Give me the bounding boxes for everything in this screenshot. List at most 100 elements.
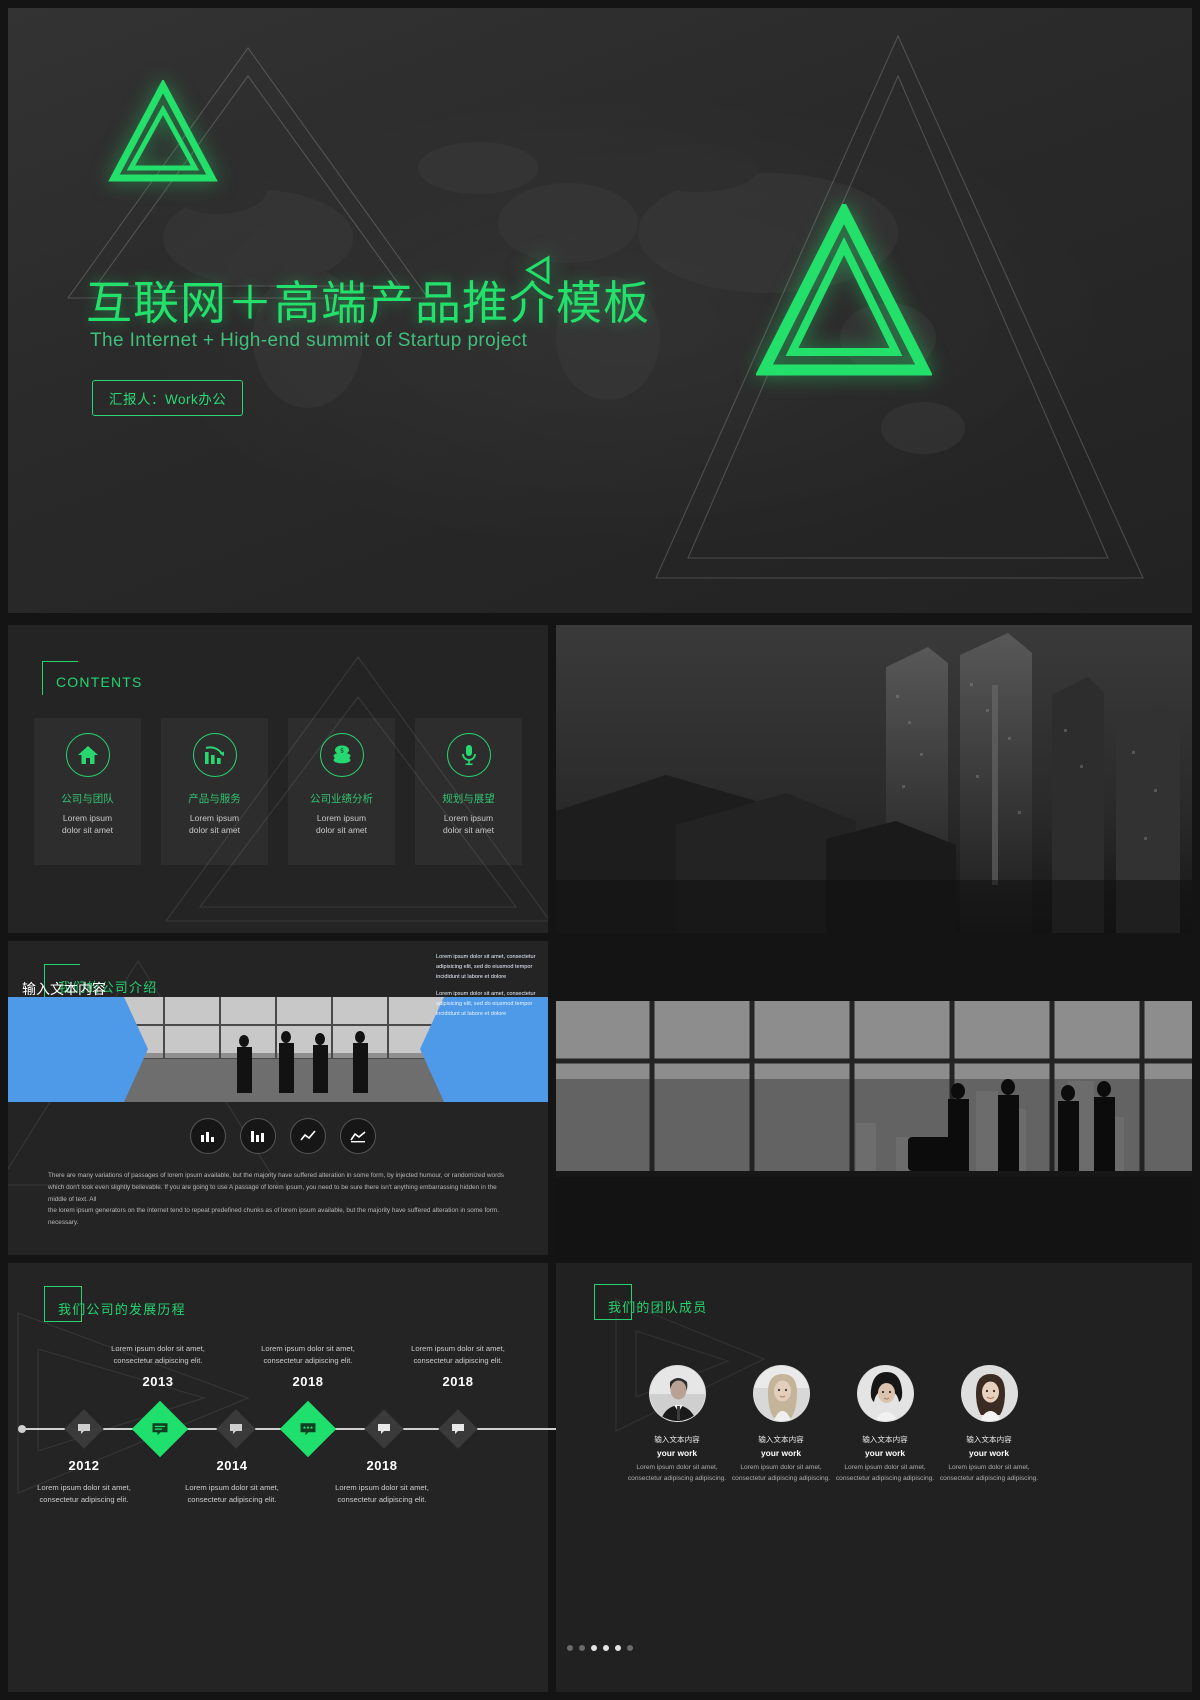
- bracket-decoration: [44, 1286, 82, 1322]
- neon-triangle-logo-small: [108, 80, 218, 182]
- team-member-card[interactable]: 输入文本内容 your work Lorem ipsum dolor sit a…: [726, 1365, 836, 1485]
- slide-office-view[interactable]: 输入文 本内容 Lorem ipsum dolor sit amet, cons…: [556, 941, 1192, 1255]
- avatar: [960, 1365, 1018, 1422]
- template-preview-page: 互联网＋高端产品推介模板 The Internet + High-end sum…: [0, 0, 1200, 1700]
- timeline-top-item: Lorem ipsum dolor sit amet, consectetur …: [98, 1343, 218, 1393]
- avatar: [648, 1365, 706, 1422]
- timeline-desc: Lorem ipsum dolor sit amet, consectetur …: [37, 1482, 131, 1504]
- slide-company-intro[interactable]: 我们的公司介绍 输入文本内容 Lorem ipsum dolor sit ame…: [8, 941, 548, 1255]
- portrait-photo-woman-dark: [857, 1366, 913, 1421]
- footer-paragraph-1: There are many variations of passages of…: [48, 1172, 504, 1203]
- card-desc: Lorem ipsum dolor sit amet: [188, 813, 241, 836]
- timeline-bottom-item: 2012 Lorem ipsum dolor sit amet, consect…: [24, 1456, 144, 1506]
- card-title: 规划与展望: [442, 793, 495, 805]
- timeline-year: 2018: [292, 1374, 324, 1390]
- blue-band-heading: 输入文本内容: [22, 981, 106, 997]
- timeline-desc: Lorem ipsum dolor sit amet, consectetur …: [111, 1344, 205, 1366]
- content-card[interactable]: 规划与展望 Lorem ipsum dolor sit amet: [415, 718, 522, 865]
- histogram-icon: [251, 1131, 264, 1142]
- pager-dot-active[interactable]: [603, 1645, 609, 1651]
- meeting-silhouette-photo: [124, 997, 444, 1102]
- icon-button[interactable]: [340, 1118, 376, 1154]
- card-title: 产品与服务: [188, 793, 241, 805]
- portrait-photo-man: [649, 1366, 705, 1421]
- presenter-badge[interactable]: 汇报人：Work办公: [92, 380, 244, 416]
- chat-bubble-icon: [378, 1424, 390, 1434]
- card-desc: Lorem ipsum dolor sit amet: [315, 813, 368, 836]
- content-card[interactable]: 产品与服务 Lorem ipsum dolor sit amet: [161, 718, 268, 865]
- card-title: 公司与团队: [61, 793, 114, 805]
- icon-circle: [65, 733, 110, 777]
- member-role: your work: [968, 1448, 1010, 1458]
- slide-team-intro[interactable]: 公司与团队介绍 Lorem ipsum dolor sit amet, cons…: [556, 625, 1192, 933]
- chart-icon-row: [190, 1118, 376, 1154]
- pager-dot[interactable]: [579, 1645, 585, 1651]
- timeline-year: 2013: [142, 1374, 174, 1390]
- slide-hero[interactable]: 互联网＋高端产品推介模板 The Internet + High-end sum…: [8, 8, 1192, 613]
- pager-dot-active[interactable]: [591, 1645, 597, 1651]
- chat-dots-icon: [300, 1422, 316, 1435]
- icon-button[interactable]: [240, 1118, 276, 1154]
- timeline-year: 2018: [366, 1458, 398, 1473]
- chat-bubble-icon: [452, 1424, 464, 1434]
- page-title: 互联网＋高端产品推介模板: [86, 277, 650, 329]
- timeline-desc: Lorem ipsum dolor sit amet, consectetur …: [185, 1482, 279, 1504]
- home-icon: [77, 746, 98, 764]
- timeline-desc: Lorem ipsum dolor sit amet, consectetur …: [261, 1344, 355, 1366]
- member-name-cn: 输入文本内容: [758, 1435, 804, 1444]
- blue-band-paragraph-1: Lorem ipsum dolor sit amet, consectetur …: [436, 954, 536, 980]
- timeline-heading: 我们公司的发展历程: [44, 1286, 186, 1322]
- team-member-card[interactable]: 输入文本内容 your work Lorem ipsum dolor sit a…: [622, 1365, 732, 1485]
- pagination-dots[interactable]: [0, 1645, 1200, 1651]
- line-chart-icon: [299, 1130, 316, 1141]
- pager-dot[interactable]: [627, 1645, 633, 1651]
- content-card[interactable]: 公司与团队 Lorem ipsum dolor sit amet: [34, 718, 141, 865]
- icon-circle: $: [319, 733, 364, 777]
- timeline-bottom-item: 2014 Lorem ipsum dolor sit amet, consect…: [172, 1456, 292, 1506]
- contents-card-list: 公司与团队 Lorem ipsum dolor sit amet 产品与服务 Lo…: [34, 718, 522, 865]
- member-name-cn: 输入文本内容: [654, 1435, 700, 1444]
- message-lines-icon: [152, 1422, 168, 1435]
- timeline-bottom-item: 2018 Lorem ipsum dolor sit amet, consect…: [322, 1456, 442, 1506]
- timeline-desc: Lorem ipsum dolor sit amet, consectetur …: [411, 1344, 505, 1366]
- member-name-cn: 输入文本内容: [966, 1435, 1012, 1444]
- city-night-photo: [556, 625, 1192, 933]
- icon-button[interactable]: [190, 1118, 226, 1154]
- timeline-year: 2012: [68, 1458, 100, 1473]
- bracket-decoration: [42, 661, 78, 695]
- card-desc: Lorem ipsum dolor sit amet: [442, 813, 495, 836]
- contents-heading: CONTENTS: [42, 661, 143, 695]
- member-desc: Lorem ipsum dolor sit amet, consectetur …: [835, 1464, 935, 1482]
- avatar: [752, 1365, 810, 1422]
- pager-dot[interactable]: [567, 1645, 573, 1651]
- content-card[interactable]: $ 公司业绩分析 Lorem ipsum dolor sit amet: [288, 718, 395, 865]
- timeline-top-item: Lorem ipsum dolor sit amet, consectetur …: [398, 1343, 518, 1393]
- footer-paragraph-2: the lorem ipsum generators on the intern…: [48, 1207, 500, 1226]
- timeline-desc: Lorem ipsum dolor sit amet, consectetur …: [335, 1482, 429, 1504]
- avatar: [856, 1365, 914, 1422]
- office-window-photo: [556, 941, 1192, 1255]
- member-desc: Lorem ipsum dolor sit amet, consectetur …: [939, 1464, 1039, 1482]
- member-desc: Lorem ipsum dolor sit amet, consectetur …: [627, 1464, 727, 1482]
- team-member-card[interactable]: 输入文本内容 your work Lorem ipsum dolor sit a…: [830, 1365, 940, 1485]
- portrait-photo-woman-blonde: [753, 1366, 809, 1421]
- bar-chart-icon: [204, 746, 224, 764]
- card-title: 公司业绩分析: [310, 793, 373, 805]
- page-subtitle: The Internet + High-end summit of Startu…: [90, 330, 528, 351]
- team-member-card[interactable]: 输入文本内容 your work Lorem ipsum dolor sit a…: [934, 1365, 1044, 1485]
- portrait-photo-woman-smiling: [961, 1366, 1017, 1421]
- bar-chart-icon: [201, 1132, 214, 1142]
- icon-circle: [446, 733, 491, 777]
- coins-icon: $: [333, 745, 350, 764]
- member-role: your work: [760, 1448, 802, 1458]
- timeline-top-item: Lorem ipsum dolor sit amet, consectetur …: [248, 1343, 368, 1393]
- icon-button[interactable]: [290, 1118, 326, 1154]
- blue-band-body: Lorem ipsum dolor sit amet, consectetur …: [436, 953, 540, 1028]
- pager-dot-active[interactable]: [615, 1645, 621, 1651]
- chat-bubble-icon: [230, 1424, 242, 1434]
- blue-band-paragraph-2: Lorem ipsum dolor sit amet, consectetur …: [436, 991, 536, 1017]
- bracket-decoration: [594, 1284, 632, 1320]
- chat-bubble-icon: [78, 1424, 90, 1434]
- timeline-year: 2018: [442, 1374, 474, 1390]
- team-heading: 我们的团队成员: [594, 1284, 707, 1320]
